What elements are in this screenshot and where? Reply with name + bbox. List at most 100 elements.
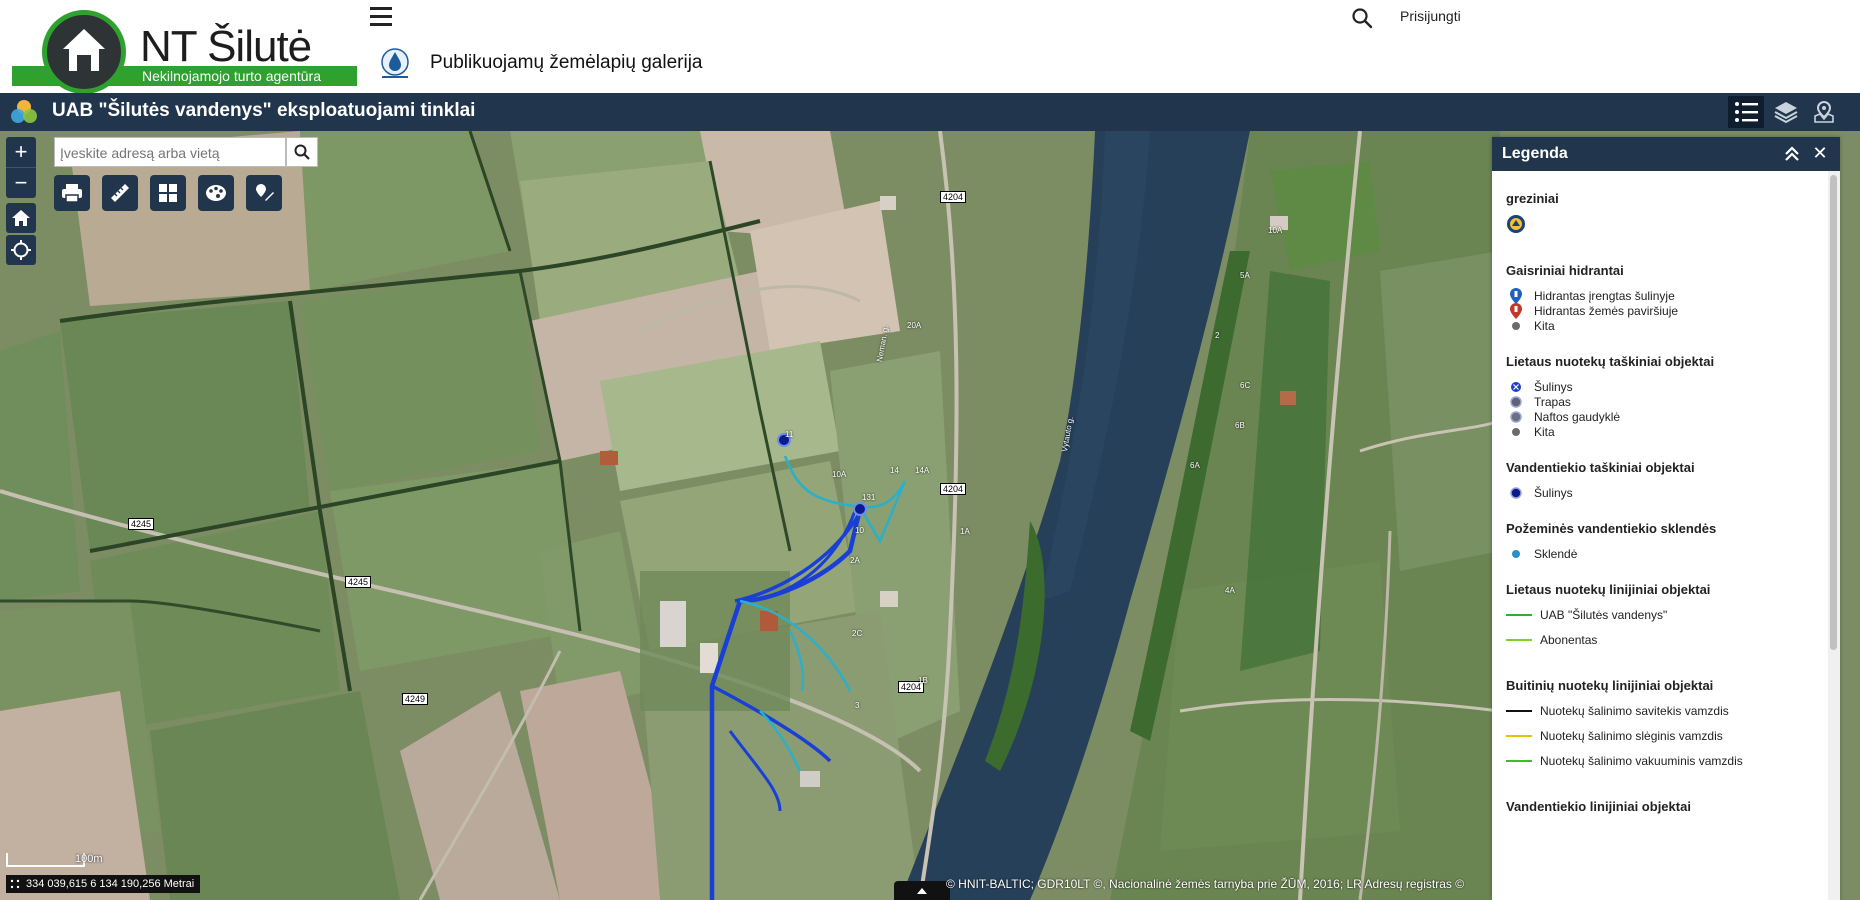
coordinates-readout[interactable]: 334 039,615 6 134 190,256 Metrai — [6, 875, 201, 893]
legend-group-title: Požeminės vandentiekio sklendės — [1506, 521, 1717, 536]
map-label: 3 — [855, 701, 860, 710]
agency-logo[interactable]: NT Šilutė Nekilnojamojo turto agentūra — [12, 8, 357, 94]
draw-button[interactable] — [246, 175, 282, 211]
water-utility-logo-icon — [378, 47, 412, 81]
legend-body: greziniai Gaisriniai hidrantai Hidrantas į… — [1492, 171, 1828, 900]
line-symbol-icon — [1506, 631, 1532, 649]
legend-item-label: Nuotekų šalinimo slėginis vamzdis — [1540, 729, 1723, 743]
line-symbol-icon — [1506, 606, 1532, 624]
map-label: 20A — [907, 321, 922, 330]
chevron-up-icon — [917, 887, 927, 894]
legend-item: Šulinys — [1506, 484, 1573, 502]
map-label: 10A — [1268, 226, 1283, 235]
legend-item: Nuotekų šalinimo savitekis vamzdis — [1506, 702, 1729, 720]
print-button[interactable] — [54, 175, 90, 211]
analysis-button[interactable] — [198, 175, 234, 211]
legend-item-label: Šulinys — [1534, 380, 1573, 394]
attribution-toggle[interactable] — [894, 881, 950, 900]
legend-header: Legenda ✕ — [1492, 137, 1840, 171]
zoom-in-button[interactable]: + — [6, 137, 36, 167]
search-icon — [294, 144, 310, 160]
hamburger-menu-icon[interactable] — [368, 4, 396, 30]
legend-group-title: Vandentiekio taškiniai objektai — [1506, 460, 1695, 475]
scale-bar — [6, 853, 85, 867]
point-symbol-icon — [1506, 317, 1526, 335]
map-label: 14A — [915, 466, 930, 475]
legend-item-label: Hidrantas įrengtas šulinyje — [1534, 289, 1675, 303]
legend-item: Nuotekų šalinimo slėginis vamzdis — [1506, 727, 1723, 745]
locate-icon — [11, 240, 31, 260]
gallery-title: Publikuojamų žemėlapių galerija — [430, 52, 703, 73]
map-label: 10 — [855, 526, 864, 535]
logo-subtitle: Nekilnojamojo turto agentūra — [142, 68, 321, 84]
layers-button[interactable] — [1768, 96, 1804, 128]
measure-button[interactable] — [102, 175, 138, 211]
map-label: 2C — [852, 629, 863, 638]
legend-toggle-button[interactable] — [1728, 96, 1764, 128]
app-title: UAB "Šilutės vandenys" eksploatuojami ti… — [52, 100, 476, 121]
well-marker-icon — [1506, 215, 1526, 233]
legend-group-title: greziniai — [1506, 191, 1559, 206]
legend-collapse-button[interactable] — [1782, 144, 1802, 164]
legend-item: Nuotekų šalinimo vakuuminis vamzdis — [1506, 752, 1743, 770]
ruler-icon — [111, 184, 129, 202]
print-icon — [62, 184, 82, 203]
map-label: 6A — [1190, 461, 1200, 470]
map-label: 11 — [785, 430, 794, 439]
address-search-button[interactable] — [286, 137, 318, 167]
legend-scroll-thumb[interactable] — [1830, 175, 1837, 650]
zoom-out-button[interactable]: − — [6, 167, 36, 198]
coordinates-text: 334 039,615 6 134 190,256 Metrai — [26, 878, 195, 890]
map-label: 131 — [862, 493, 876, 502]
scale-label: 100m — [75, 853, 103, 865]
legend-panel: Legenda ✕ greziniai Gaisriniai hidrantai H… — [1492, 137, 1840, 900]
search-icon[interactable] — [1350, 6, 1374, 30]
legend-item-label: UAB "Šilutės vandenys" — [1540, 608, 1668, 622]
login-link[interactable]: Prisijungti — [1400, 8, 1461, 24]
logo-title: NT Šilutė — [140, 22, 312, 71]
map-label: 4245 — [128, 518, 155, 530]
legend-scrollbar[interactable] — [1828, 171, 1840, 900]
map-label: 14 — [890, 466, 899, 475]
point-symbol-icon — [1506, 545, 1526, 563]
legend-item: Kita — [1506, 423, 1555, 441]
legend-item: Abonentas — [1506, 631, 1597, 649]
site-header: NT Šilutė Nekilnojamojo turto agentūra P… — [0, 0, 1860, 94]
legend-group-title: Vandentiekio linijiniai objektai — [1506, 799, 1691, 814]
list-icon — [1735, 102, 1758, 122]
map-label: 1B — [918, 676, 928, 685]
ring-point-icon — [1506, 484, 1526, 502]
legend-title: Legenda — [1502, 145, 1568, 162]
draw-pin-icon — [256, 184, 274, 201]
house-icon — [42, 10, 126, 94]
home-button[interactable] — [6, 203, 36, 233]
basemap-gallery-button[interactable] — [150, 175, 186, 211]
legend-group-title: Gaisriniai hidrantai — [1506, 263, 1624, 278]
legend-item-label: Hidrantas žemės paviršiuje — [1534, 304, 1679, 318]
point-symbol-icon — [1506, 423, 1526, 441]
locate-button[interactable] — [6, 235, 36, 265]
line-symbol-icon — [1506, 727, 1532, 745]
basemap-button[interactable] — [1806, 96, 1842, 128]
legend-group-title: Lietaus nuotekų linijiniai objektai — [1506, 582, 1711, 597]
legend-item-label: Nuotekų šalinimo vakuuminis vamzdis — [1540, 754, 1743, 768]
legend-item-label: Kita — [1534, 425, 1555, 439]
legend-item-label: Trapas — [1534, 395, 1571, 409]
map-label: 4A — [1225, 586, 1235, 595]
map-label: 10A — [832, 470, 847, 479]
palette-icon — [206, 185, 226, 201]
layers-icon — [1774, 102, 1798, 124]
address-search-input[interactable] — [58, 139, 284, 167]
close-icon[interactable]: ✕ — [1810, 143, 1830, 163]
legend-item-label: Kita — [1534, 319, 1555, 333]
grid-icon — [159, 184, 177, 202]
map-label: 4249 — [402, 693, 429, 705]
legend-group-title: Buitinių nuotekų linijiniai objektai — [1506, 678, 1714, 693]
map-label: 2A — [850, 556, 860, 565]
map-label: 4245 — [345, 576, 372, 588]
legend-item — [1506, 215, 1534, 233]
map-label: 4204 — [940, 483, 967, 495]
app-bar: UAB "Šilutės vandenys" eksploatuojami ti… — [0, 93, 1860, 131]
legend-item-label: Šulinys — [1534, 486, 1573, 500]
basemap-pin-icon — [1814, 100, 1834, 123]
